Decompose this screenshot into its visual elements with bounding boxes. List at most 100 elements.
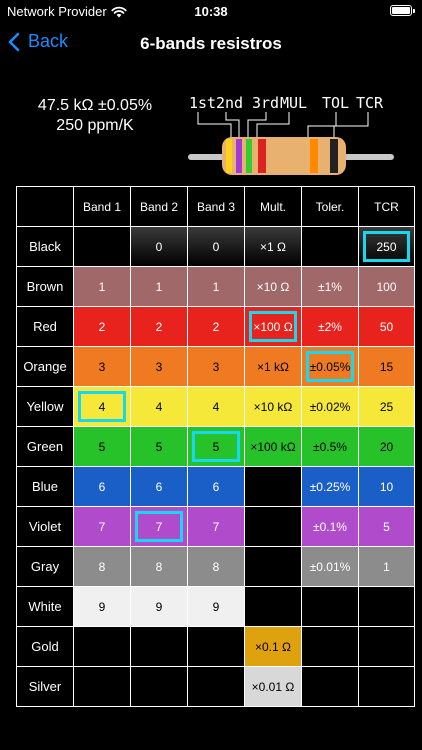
color-cell-white-6 xyxy=(359,587,414,626)
color-cell-green-4[interactable]: ×100 kΩ xyxy=(245,427,301,466)
band-label-2nd: 2nd xyxy=(216,94,243,112)
color-cell-orange-2[interactable]: 3 xyxy=(131,347,187,386)
color-cell-green-2[interactable]: 5 xyxy=(131,427,187,466)
color-code-table: Band 1 Band 2 Band 3 Mult. Toler. TCR Black 0 0 ×… xyxy=(16,186,415,707)
color-cell-silver-2 xyxy=(131,667,187,706)
color-cell-brown-4[interactable]: ×10 Ω xyxy=(245,267,301,306)
color-cell-violet-5[interactable]: ±0.1% xyxy=(302,507,358,546)
color-cell-brown-5[interactable]: ±1% xyxy=(302,267,358,306)
row-label-orange: Orange xyxy=(17,347,73,386)
color-cell-brown-1[interactable]: 1 xyxy=(74,267,130,306)
color-cell-white-4 xyxy=(245,587,301,626)
battery-icon xyxy=(390,5,415,16)
column-header: Band 1 xyxy=(74,187,130,226)
resistor-diagram: 1st 2nd 3rd MUL TOL TCR xyxy=(188,94,394,175)
color-cell-yellow-2[interactable]: 4 xyxy=(131,387,187,426)
color-cell-green-1[interactable]: 5 xyxy=(74,427,130,466)
color-cell-brown-3[interactable]: 1 xyxy=(188,267,244,306)
color-cell-red-3[interactable]: 2 xyxy=(188,307,244,346)
clock: 10:38 xyxy=(194,4,228,19)
color-cell-silver-5 xyxy=(302,667,358,706)
color-cell-blue-6[interactable]: 10 xyxy=(359,467,414,506)
color-cell-gray-1[interactable]: 8 xyxy=(74,547,130,586)
row-label-gold: Gold xyxy=(17,627,73,666)
color-cell-green-3[interactable]: 5 xyxy=(188,427,244,466)
color-cell-black-4[interactable]: ×1 Ω xyxy=(245,227,301,266)
row-label-green: Green xyxy=(17,427,73,466)
color-cell-white-1[interactable]: 9 xyxy=(74,587,130,626)
tcr-value: 250 ppm/K xyxy=(56,117,134,134)
row-label-white: White xyxy=(17,587,73,626)
color-cell-black-2[interactable]: 0 xyxy=(131,227,187,266)
band-label-tol: TOL xyxy=(322,94,349,112)
status-bar: Network Provider 10:38 xyxy=(0,0,422,26)
color-cell-white-3[interactable]: 9 xyxy=(188,587,244,626)
color-cell-gold-4[interactable]: ×0.1 Ω xyxy=(245,627,301,666)
color-cell-green-6[interactable]: 20 xyxy=(359,427,414,466)
color-cell-white-5 xyxy=(302,587,358,626)
color-cell-orange-1[interactable]: 3 xyxy=(74,347,130,386)
color-cell-yellow-5[interactable]: ±0.02% xyxy=(302,387,358,426)
band-tcr-color xyxy=(330,139,338,173)
band-label-tcr: TCR xyxy=(356,94,384,112)
color-cell-orange-6[interactable]: 15 xyxy=(359,347,414,386)
color-cell-white-2[interactable]: 9 xyxy=(131,587,187,626)
color-cell-silver-4[interactable]: ×0.01 Ω xyxy=(245,667,301,706)
column-header: Band 3 xyxy=(188,187,244,226)
color-cell-gray-5[interactable]: ±0.01% xyxy=(302,547,358,586)
band-3-color xyxy=(246,139,252,173)
row-label-yellow: Yellow xyxy=(17,387,73,426)
row-label-red: Red xyxy=(17,307,73,346)
row-label-black: Black xyxy=(17,227,73,266)
color-cell-green-5[interactable]: ±0.5% xyxy=(302,427,358,466)
color-cell-gold-3 xyxy=(188,627,244,666)
color-cell-gray-6[interactable]: 1 xyxy=(359,547,414,586)
color-cell-yellow-6[interactable]: 25 xyxy=(359,387,414,426)
color-cell-red-5[interactable]: ±2% xyxy=(302,307,358,346)
color-cell-black-3[interactable]: 0 xyxy=(188,227,244,266)
color-cell-brown-2[interactable]: 1 xyxy=(131,267,187,306)
header-corner xyxy=(17,187,73,226)
color-cell-violet-1[interactable]: 7 xyxy=(74,507,130,546)
band-label-mul: MUL xyxy=(280,94,307,112)
color-cell-gray-3[interactable]: 8 xyxy=(188,547,244,586)
color-cell-red-4[interactable]: ×100 Ω xyxy=(245,307,301,346)
color-cell-red-1[interactable]: 2 xyxy=(74,307,130,346)
band-label-3rd: 3rd xyxy=(252,94,279,112)
color-cell-yellow-3[interactable]: 4 xyxy=(188,387,244,426)
color-cell-blue-2[interactable]: 6 xyxy=(131,467,187,506)
color-cell-yellow-1[interactable]: 4 xyxy=(74,387,130,426)
color-cell-blue-1[interactable]: 6 xyxy=(74,467,130,506)
color-cell-orange-3[interactable]: 3 xyxy=(188,347,244,386)
band-tol-color xyxy=(310,139,318,173)
color-cell-blue-3[interactable]: 6 xyxy=(188,467,244,506)
column-header: Toler. xyxy=(302,187,358,226)
color-cell-red-6[interactable]: 50 xyxy=(359,307,414,346)
column-header: Band 2 xyxy=(131,187,187,226)
resistance-summary: 47.5 kΩ ±0.05% 250 ppm/K xyxy=(20,96,170,136)
color-cell-blue-5[interactable]: ±0.25% xyxy=(302,467,358,506)
color-cell-gray-2[interactable]: 8 xyxy=(131,547,187,586)
color-cell-gold-2 xyxy=(131,627,187,666)
row-label-gray: Gray xyxy=(17,547,73,586)
band-1-color xyxy=(226,139,232,173)
color-cell-orange-5[interactable]: ±0.05% xyxy=(302,347,358,386)
color-cell-violet-2[interactable]: 7 xyxy=(131,507,187,546)
color-cell-orange-4[interactable]: ×1 kΩ xyxy=(245,347,301,386)
color-cell-black-6[interactable]: 250 xyxy=(359,227,414,266)
resistance-value: 47.5 kΩ ±0.05% xyxy=(37,97,153,114)
color-cell-gray-4 xyxy=(245,547,301,586)
band-mul-color xyxy=(258,139,266,173)
band-label-1st: 1st xyxy=(189,94,216,112)
color-cell-gold-1 xyxy=(74,627,130,666)
color-cell-violet-3[interactable]: 7 xyxy=(188,507,244,546)
color-cell-silver-1 xyxy=(74,667,130,706)
color-cell-blue-4 xyxy=(245,467,301,506)
row-label-blue: Blue xyxy=(17,467,73,506)
color-cell-gold-5 xyxy=(302,627,358,666)
color-cell-yellow-4[interactable]: ×10 kΩ xyxy=(245,387,301,426)
color-cell-violet-6[interactable]: 5 xyxy=(359,507,414,546)
color-cell-black-5 xyxy=(302,227,358,266)
color-cell-red-2[interactable]: 2 xyxy=(131,307,187,346)
color-cell-brown-6[interactable]: 100 xyxy=(359,267,414,306)
